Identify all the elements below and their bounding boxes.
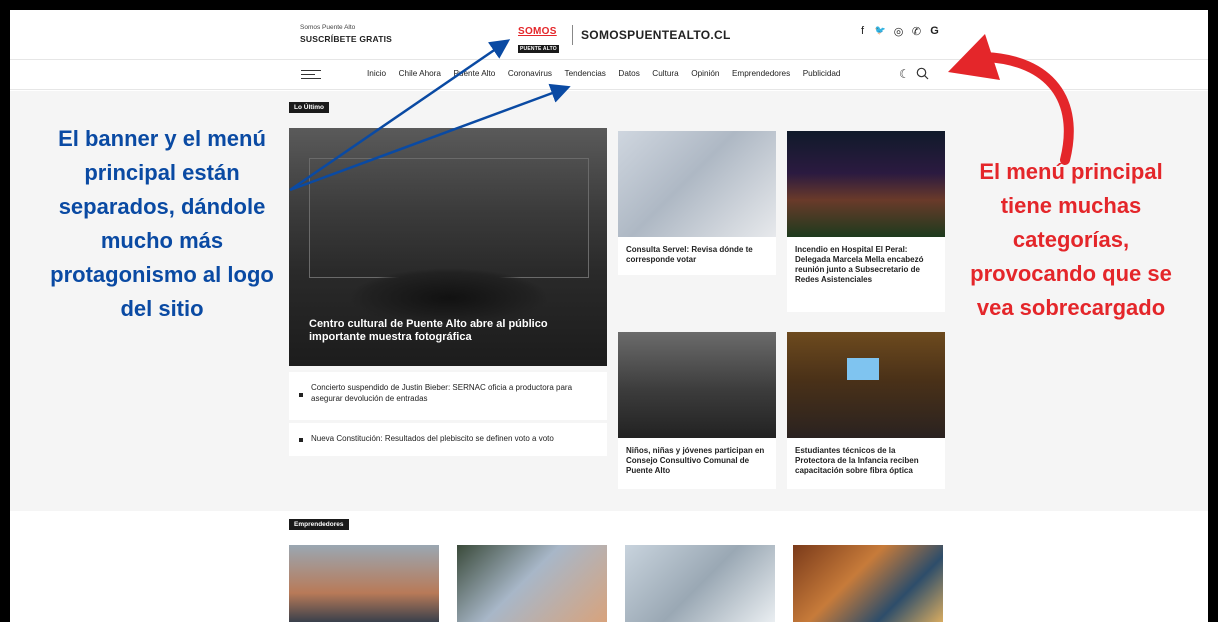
list-item[interactable]: Concierto suspendido de Justin Bieber: S… [289,372,607,420]
google-icon[interactable]: G [928,25,941,38]
news-card[interactable]: Estudiantes técnicos de la Protectora de… [787,332,945,489]
nav-item-tendencias[interactable]: Tendencias [564,69,605,78]
twitter-icon[interactable]: 🐦 [874,25,887,38]
nav-item-opinion[interactable]: Opinión [691,69,719,78]
search-icon[interactable] [916,67,929,83]
entrepreneur-card-image[interactable] [793,545,943,622]
hamburger-menu-icon[interactable] [301,70,321,80]
logo-bottom-text: PUENTE ALTO [518,45,559,53]
card-image [787,332,945,438]
card-image [618,332,776,438]
site-header: Somos Puente Alto SUSCRÍBETE GRATIS SOMO… [10,10,1208,60]
hero-photo-wall [309,158,589,278]
nav-item-emprendedores[interactable]: Emprendedores [732,69,790,78]
news-card[interactable]: Consulta Servel: Revisa dónde te corresp… [618,131,776,275]
subscribe-tagline: Somos Puente Alto [300,24,356,31]
logo-top-text: SOMOS [518,26,557,37]
section-label-latest: Lo Último [289,102,329,113]
list-item-text: Concierto suspendido de Justin Bieber: S… [311,383,573,403]
nav-icons: ☾ [899,67,929,83]
site-name[interactable]: SOMOSPUENTEALTO.CL [581,28,731,42]
card-image [787,131,945,237]
annotation-left: El banner y el menú principal están sepa… [50,126,274,321]
entrepreneur-card-image[interactable] [289,545,439,622]
instagram-icon[interactable]: ◎ [892,25,905,38]
facebook-icon[interactable]: f [856,25,869,38]
whatsapp-icon[interactable]: ✆ [910,25,923,38]
card-headline: Estudiantes técnicos de la Protectora de… [795,446,919,475]
nav-items: Inicio Chile Ahora Puente Alto Coronavir… [367,69,840,78]
nav-item-chile-ahora[interactable]: Chile Ahora [399,69,441,78]
list-item-text: Nueva Constitución: Resultados del plebi… [311,434,554,443]
entrepreneur-card-image[interactable] [625,545,775,622]
main-menu: Inicio Chile Ahora Puente Alto Coronavir… [10,60,1208,90]
dark-mode-moon-icon[interactable]: ☾ [899,67,910,83]
nav-item-inicio[interactable]: Inicio [367,69,386,78]
section-label-entrepreneurs: Emprendedores [289,519,349,530]
site-logo[interactable]: SOMOS PUENTE ALTO [518,26,566,53]
hero-article[interactable]: Centro cultural de Puente Alto abre al p… [289,128,607,366]
bullet-icon [299,393,303,397]
nav-item-datos[interactable]: Datos [618,69,639,78]
nav-item-publicidad[interactable]: Publicidad [803,69,841,78]
hero-headline: Centro cultural de Puente Alto abre al p… [309,318,548,343]
list-item[interactable]: Nueva Constitución: Resultados del plebi… [289,423,607,456]
entrepreneur-card-image[interactable] [457,545,607,622]
logo-divider [572,25,573,45]
annotation-right: El menú principal tiene muchas categoría… [970,159,1172,320]
bullet-icon [299,438,303,442]
card-headline: Consulta Servel: Revisa dónde te corresp… [626,245,753,264]
card-headline: Incendio en Hospital El Peral: Delegada … [795,245,924,284]
news-card[interactable]: Niños, niñas y jóvenes participan en Con… [618,332,776,489]
card-headline: Niños, niñas y jóvenes participan en Con… [626,446,765,475]
screenshot-frame: Somos Puente Alto SUSCRÍBETE GRATIS SOMO… [10,10,1208,622]
news-card[interactable]: Incendio en Hospital El Peral: Delegada … [787,131,945,312]
social-links: f 🐦 ◎ ✆ G [856,25,941,38]
card-image [618,131,776,237]
projector-screen [847,358,879,380]
nav-item-puente-alto[interactable]: Puente Alto [453,69,495,78]
nav-item-coronavirus[interactable]: Coronavirus [508,69,552,78]
nav-item-cultura[interactable]: Cultura [652,69,678,78]
subscribe-link[interactable]: SUSCRÍBETE GRATIS [300,34,392,44]
